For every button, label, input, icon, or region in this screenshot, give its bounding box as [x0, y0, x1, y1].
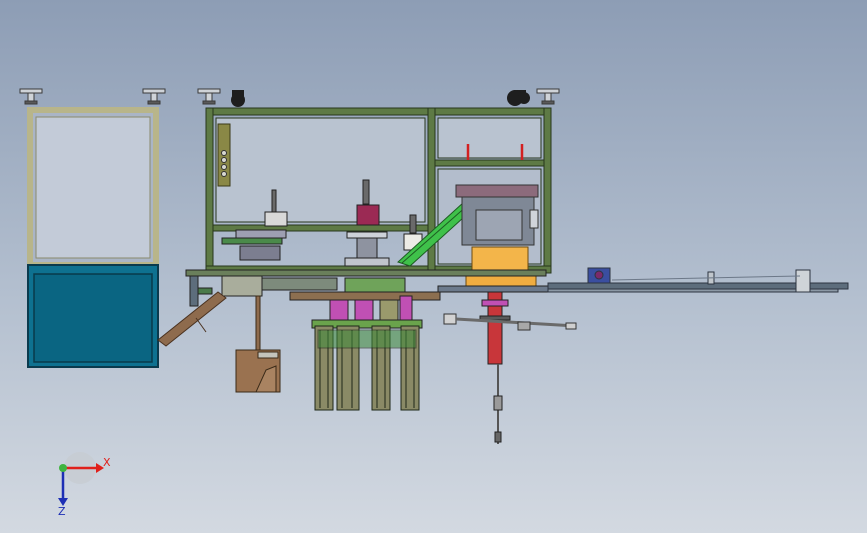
cad-viewport[interactable]: X Z: [0, 0, 867, 533]
caster-wheel: [231, 90, 245, 107]
coordinate-triad: X Z: [58, 452, 111, 518]
panel-button[interactable]: [221, 171, 227, 177]
y-axis-dot: [59, 464, 67, 472]
guide-columns: [314, 325, 420, 411]
leveling-foot: [19, 88, 43, 105]
enclosure-window: [35, 116, 151, 259]
casters: [231, 90, 530, 107]
panel-button[interactable]: [221, 150, 227, 156]
feeder-heads: [311, 295, 423, 329]
z-axis-label: Z: [58, 505, 66, 518]
control-panel: [217, 123, 231, 187]
leveling-foot: [536, 88, 560, 105]
safety-enclosure: [27, 107, 159, 368]
outfeed-conveyor: [547, 267, 849, 293]
feed-hopper: [465, 246, 537, 287]
x-axis-label: X: [103, 456, 111, 469]
panel-button[interactable]: [221, 157, 227, 163]
caster-wheel: [507, 90, 530, 106]
collection-bin: [235, 295, 281, 393]
leveling-foot: [197, 88, 221, 105]
leveling-foot: [142, 88, 166, 105]
leveling-feet: [19, 88, 560, 105]
press-housing: [455, 184, 539, 246]
vertical-actuator: [479, 291, 511, 444]
cabinet-door: [33, 273, 153, 363]
panel-button[interactable]: [221, 164, 227, 170]
